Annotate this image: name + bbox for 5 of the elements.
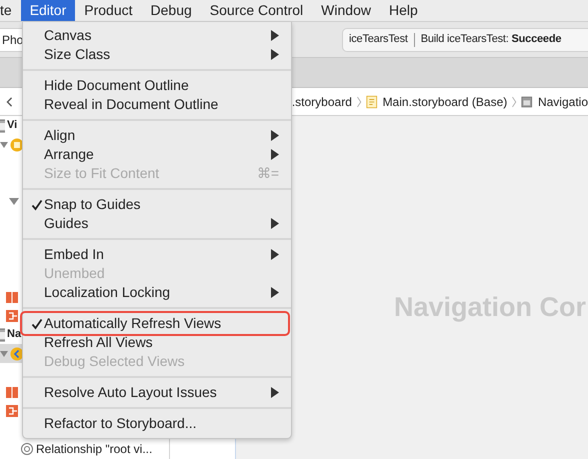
activity-text: iceTearsTest xyxy=(349,32,408,48)
outline-label: Relationship "root vi... xyxy=(36,440,152,458)
outline-label: Vi xyxy=(7,118,18,134)
outline-label: Na xyxy=(7,327,22,342)
build-status-text: Build iceTearsTest: Succeede xyxy=(420,32,562,48)
